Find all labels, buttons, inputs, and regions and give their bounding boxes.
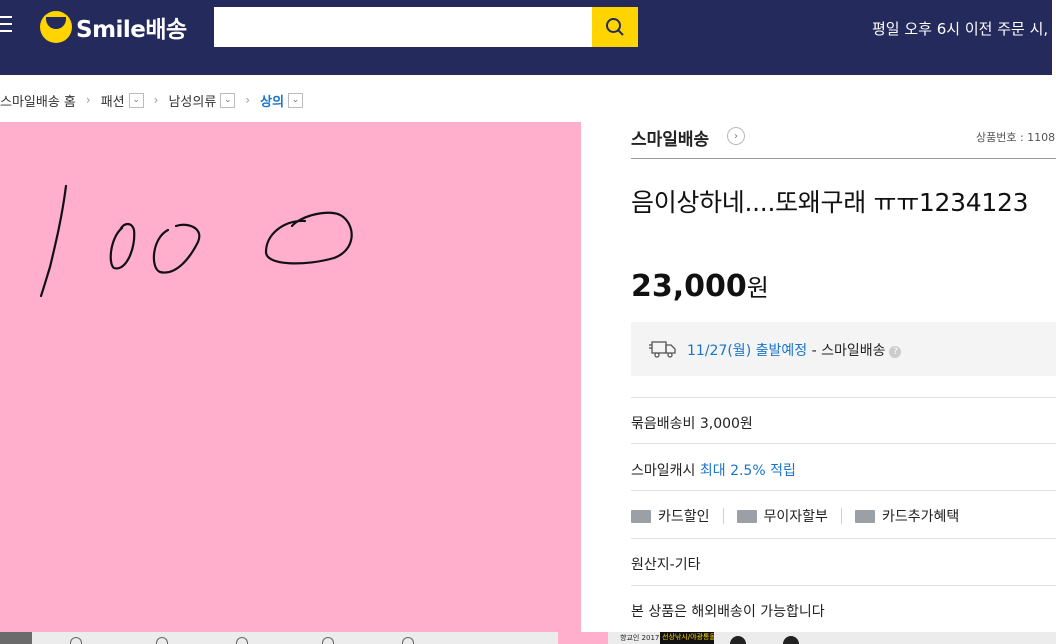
product-title: 음이상하네....또왜구래 ㅠㅠ1234123 [631,188,1029,217]
card-plus-icon [854,509,875,523]
breadcrumb-item-fashion[interactable]: 패션 ⌄ [101,91,144,110]
handwritten-scribble [39,184,353,298]
breadcrumb: 스마일배송 홈 › 패션 ⌄ › 남성의류 ⌄ › 상의 ⌄ [0,90,304,110]
overseas-shipping-info: 본 상품은 해외배송이 가능합니다 [631,604,825,620]
product-info-panel: 스마일배송 › 상품번호 : 1108 음이상하네....또왜구래 ㅠㅠ1234… [631,122,1056,620]
help-icon[interactable]: ? [889,346,902,358]
chevron-right-icon: › [245,93,251,107]
smile-logo-icon [40,11,72,43]
benefit-label: 카드추가혜택 [881,509,960,525]
search-icon [606,18,624,36]
chevron-down-icon[interactable]: ⌄ [288,92,304,108]
shipping-text: 11/27(월) 출발예정 - 스마일배송? [687,340,902,360]
bottom-bar-tab[interactable] [0,632,32,644]
chevron-right-icon: › [153,93,159,107]
breadcrumb-label: 남성의류 [168,94,217,110]
search-bar [214,7,638,47]
separator [840,508,842,524]
breadcrumb-item-mens-clothing[interactable]: 남성의류 ⌄ [168,91,236,110]
product-number: 상품번호 : 1108 [976,131,1056,144]
breadcrumb-item-home[interactable]: 스마일배송 홈 [0,91,76,110]
header-edge [1052,0,1056,75]
seller-row: 스마일배송 › 상품번호 : 1108 [631,122,1056,159]
cart-icon[interactable] [236,637,248,644]
card-installment-icon [736,509,757,523]
search-input[interactable] [214,7,592,47]
divider [631,490,1056,491]
smile-cash-label: 스마일캐시 [631,463,700,479]
ad-thumbnail[interactable] [730,636,746,644]
card-discount-button[interactable]: 카드할인 [631,506,710,526]
ad-thumbnail[interactable] [783,636,799,644]
top-header: Smile배송 평일 오후 6시 이전 주문 시, 나 [0,0,1056,75]
delivery-notice: 평일 오후 6시 이전 주문 시, 나 [872,18,1056,39]
benefit-label: 무이자할부 [763,509,828,525]
notice-text: 평일 오후 6시 이전 주문 시, [872,20,1053,38]
product-price: 23,000원 [631,268,769,304]
breadcrumb-item-tops[interactable]: 상의 ⌄ [260,91,304,110]
breadcrumb-label: 패션 [100,94,125,110]
card-benefits-row: 카드할인 무이자할부 카드추가혜택 [631,506,959,526]
shipping-info-box: 11/27(월) 출발예정 - 스마일배송? [631,322,1056,376]
smile-cash-row: 스마일캐시 최대 2.5% 적립 [631,460,796,480]
price-unit: 원 [746,274,769,302]
search-button[interactable] [592,7,638,47]
smile-delivery-logo[interactable]: Smile배송 [40,11,187,43]
product-image[interactable] [0,122,581,632]
interest-free-installment-button[interactable]: 무이자할부 [736,506,828,526]
history-icon[interactable] [156,637,168,644]
smile-cash-value[interactable]: 최대 2.5% 적립 [700,463,796,479]
recent-item-thumbnail[interactable] [558,632,608,644]
breadcrumb-label: 상의 [260,94,285,110]
bundle-shipping-fee: 묶음배송비 3,000원 [631,416,753,432]
logo-text: Smile배송 [76,17,187,43]
breadcrumb-label: 스마일배송 홈 [0,94,76,110]
truck-icon [649,341,676,358]
home-icon[interactable] [70,637,82,644]
shipping-suffix: - 스마일배송 [807,343,886,359]
seller-name[interactable]: 스마일배송 [631,125,709,150]
divider [631,397,1056,398]
price-value: 23,000 [631,269,747,304]
user-icon[interactable] [322,637,334,644]
card-discount-icon [631,509,651,523]
chevron-right-icon[interactable]: › [727,127,745,145]
chevron-down-icon[interactable]: ⌄ [128,92,144,108]
divider [631,443,1056,444]
divider [631,538,1056,539]
menu-icon[interactable] [0,16,12,32]
chevron-right-icon: › [85,93,91,107]
divider [631,585,1056,586]
separator [722,508,724,524]
shipping-date: 11/27(월) 출발예정 [687,343,808,359]
chevron-down-icon[interactable]: ⌄ [220,92,236,108]
recent-icon[interactable] [402,637,414,644]
origin-info: 원산지-기타 [631,557,701,573]
card-extra-benefit-button[interactable]: 카드추가혜택 [854,506,960,526]
ad-banner[interactable]: 선상낚시/야광통돌 [660,632,714,644]
benefit-label: 카드할인 [658,509,710,525]
ad-text: 향교인 2017 [620,634,660,642]
bottom-bar: 향교인 2017 선상낚시/야광통돌 [0,632,1056,644]
